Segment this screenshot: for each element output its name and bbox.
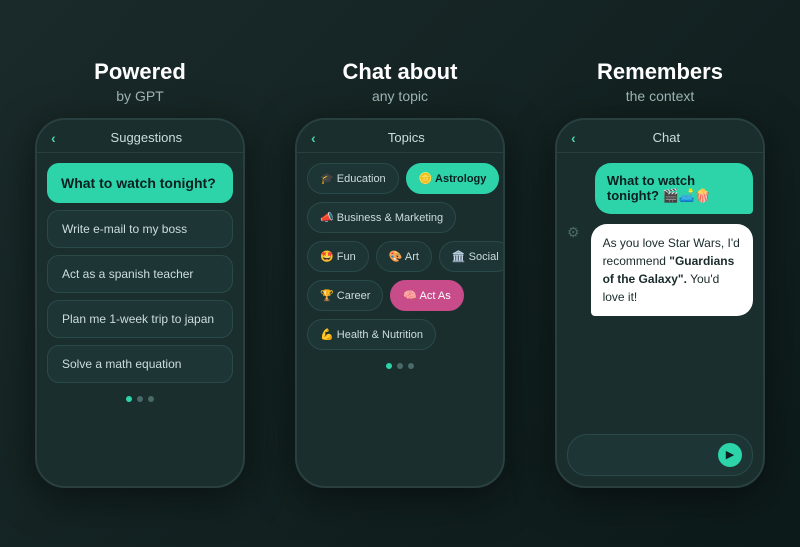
panel2-subtitle: any topic <box>372 88 428 104</box>
phone-2: ‹ Topics 🎓 Education 🪙 Astrology 📣 Busin… <box>295 118 505 488</box>
bot-message: As you love Star Wars, I'd recommend "Gu… <box>591 224 753 316</box>
dot2-3 <box>408 363 414 369</box>
suggestion-item-2[interactable]: Act as a spanish teacher <box>47 255 233 293</box>
dot-3 <box>148 396 154 402</box>
suggestion-item-1[interactable]: Write e-mail to my boss <box>47 210 233 248</box>
back-arrow-icon[interactable]: ‹ <box>51 130 56 146</box>
phone2-header: ‹ Topics <box>297 120 503 153</box>
topics-row-2: 📣 Business & Marketing <box>307 202 493 233</box>
panel-powered: Powered by GPT ‹ Suggestions What to wat… <box>20 59 260 487</box>
phone1-header: ‹ Suggestions <box>37 120 243 153</box>
dot-2 <box>137 396 143 402</box>
panel-chat: Chat about any topic ‹ Topics 🎓 Educatio… <box>280 59 520 487</box>
dot2-2 <box>397 363 403 369</box>
chat-header-title: Chat <box>584 130 749 145</box>
dot2-1 <box>386 363 392 369</box>
phone-3: ‹ Chat What to watch tonight? 🎬🛋️🍿 ⚙ As … <box>555 118 765 488</box>
suggestion-item-4[interactable]: Solve a math equation <box>47 345 233 383</box>
topic-fun[interactable]: 🤩 Fun <box>307 241 369 272</box>
panel3-subtitle: the context <box>626 88 695 104</box>
panel1-subtitle: by GPT <box>116 88 163 104</box>
back-arrow-icon-2[interactable]: ‹ <box>311 130 316 146</box>
phone-1: ‹ Suggestions What to watch tonight? Wri… <box>35 118 245 488</box>
user-message: What to watch tonight? 🎬🛋️🍿 <box>595 163 753 214</box>
bot-message-row: ⚙ As you love Star Wars, I'd recommend "… <box>567 224 753 316</box>
panel-remembers: Remembers the context ‹ Chat What to wat… <box>540 59 780 487</box>
chat-messages: What to watch tonight? 🎬🛋️🍿 ⚙ As you lov… <box>567 163 753 427</box>
phone3-header: ‹ Chat <box>557 120 763 153</box>
panel2-title: Chat about <box>343 59 458 85</box>
topic-health[interactable]: 💪 Health & Nutrition <box>307 319 436 350</box>
bot-icon: ⚙ <box>567 224 580 241</box>
chat-input-bar: ▶ <box>567 434 753 476</box>
pagination-dots-2 <box>307 363 493 369</box>
dot-1 <box>126 396 132 402</box>
topics-row-3: 🤩 Fun 🎨 Art 🏛️ Social <box>307 241 493 272</box>
back-arrow-icon-3[interactable]: ‹ <box>571 130 576 146</box>
phone1-body: What to watch tonight? Write e-mail to m… <box>37 153 243 486</box>
panel3-title: Remembers <box>597 59 723 85</box>
topic-astrology[interactable]: 🪙 Astrology <box>406 163 500 194</box>
panel1-title: Powered <box>94 59 186 85</box>
topics-row-1: 🎓 Education 🪙 Astrology <box>307 163 493 194</box>
topic-business[interactable]: 📣 Business & Marketing <box>307 202 456 233</box>
topics-row-4: 🏆 Career 🧠 Act As <box>307 280 493 311</box>
topics-grid: 🎓 Education 🪙 Astrology 📣 Business & Mar… <box>307 163 493 350</box>
highlight-suggestion[interactable]: What to watch tonight? <box>47 163 233 203</box>
phone2-body: 🎓 Education 🪙 Astrology 📣 Business & Mar… <box>297 153 503 486</box>
topic-art[interactable]: 🎨 Art <box>376 241 432 272</box>
topics-row-5: 💪 Health & Nutrition <box>307 319 493 350</box>
send-button[interactable]: ▶ <box>718 443 742 467</box>
suggestions-header-title: Suggestions <box>64 130 229 145</box>
topic-education[interactable]: 🎓 Education <box>307 163 399 194</box>
suggestion-item-3[interactable]: Plan me 1-week trip to japan <box>47 300 233 338</box>
topic-act-as[interactable]: 🧠 Act As <box>390 280 463 311</box>
topic-social[interactable]: 🏛️ Social <box>439 241 503 272</box>
pagination-dots <box>47 396 233 402</box>
topics-header-title: Topics <box>324 130 489 145</box>
phone3-body: What to watch tonight? 🎬🛋️🍿 ⚙ As you lov… <box>557 153 763 486</box>
topic-career[interactable]: 🏆 Career <box>307 280 383 311</box>
